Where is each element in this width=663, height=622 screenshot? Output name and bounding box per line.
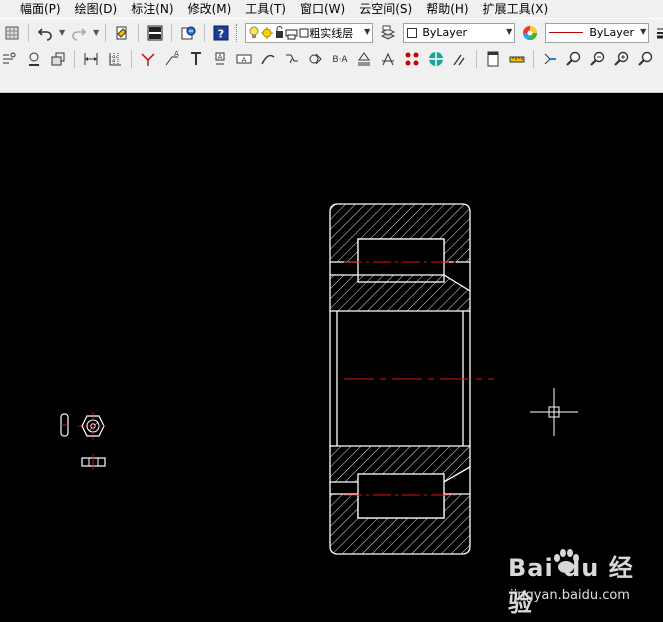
text-icon[interactable] [186,49,206,69]
layer-manager-icon[interactable] [378,23,398,43]
toolbar-separator [74,50,75,68]
undo-dropdown-icon[interactable]: ▼ [59,28,65,37]
dwg-convert-icon[interactable] [145,23,165,43]
chain-icon[interactable] [258,49,278,69]
svg-text:?: ? [218,27,224,40]
menu-dimension[interactable]: 标注(N) [124,0,180,18]
zoom-window-icon[interactable] [564,49,584,69]
block-icon[interactable] [48,49,68,69]
small-part-washer-view[interactable] [81,454,106,470]
crosshair-cursor [530,388,578,436]
properties-icon[interactable] [112,23,132,43]
color-swatch [407,27,418,38]
hatch-circle-icon[interactable] [402,49,422,69]
watermark-url: jingyan.baidu.com [510,588,630,603]
align-icon[interactable] [0,49,20,69]
toolbar-separator [171,23,173,42]
toolbar-separator [533,50,534,68]
toolbar-separator [28,23,29,42]
sheet-icon[interactable] [450,49,470,69]
menu-cloud-space[interactable]: 云空间(S) [352,0,419,18]
color-wheel-icon[interactable] [520,23,540,43]
ruler-icon[interactable] [483,49,503,69]
dimension-icon[interactable] [24,49,44,69]
menu-sheet[interactable]: 幅面(P) [0,0,68,18]
menu-window[interactable]: 窗口(W) [293,0,352,18]
zoom-prev-icon[interactable] [612,49,632,69]
target-icon[interactable] [378,49,398,69]
layer-value: 粗实线层 [309,26,354,40]
toolbar-separator [476,50,477,68]
linetype-combo[interactable]: ByLayer ▼ [545,22,650,43]
undo-icon[interactable] [35,23,55,43]
angle-dimension-icon[interactable] [138,49,158,69]
toolbar-separator [105,23,107,42]
color-value: ByLayer [422,26,468,39]
menu-help[interactable]: 帮助(H) [419,0,475,18]
menu-bar: 幅面(P) 绘图(D) 标注(N) 修改(M) 工具(T) 窗口(W) 云空间(… [0,0,663,18]
stamp-icon[interactable]: B·A [330,49,350,69]
small-part-side-view[interactable] [60,413,69,437]
weld-icon[interactable] [282,49,302,69]
ordinate-icon[interactable] [105,49,125,69]
leader-icon[interactable]: A [162,49,182,69]
zoom-all-icon[interactable] [636,49,656,69]
svg-text:A: A [218,53,223,61]
cad-drawing [60,203,578,555]
menu-modify[interactable]: 修改(M) [181,0,239,18]
angle-icon[interactable] [426,49,446,69]
toolbar-separator [131,50,132,68]
menu-tools[interactable]: 工具(T) [238,0,293,18]
toolbar-area [0,72,663,93]
print-icon[interactable] [178,23,198,43]
small-part-hex-view[interactable] [78,412,108,440]
ba-icon[interactable] [306,49,326,69]
rotate-icon[interactable] [507,49,527,69]
datum-icon[interactable] [354,49,374,69]
help-icon[interactable]: ? [211,23,231,43]
zoom-icon[interactable] [540,49,560,69]
drawing-toolbar: A A A B·A [0,46,663,72]
linear-dimension-icon[interactable] [81,49,101,69]
toolbar-grip[interactable] [236,23,239,42]
arc-dimension-icon[interactable]: A [234,49,254,69]
standard-toolbar: ▼ ▼ ? 粗实线层 ▼ ByLayer ▼ ByLayer ▼ [0,18,663,46]
linetype-value: ByLayer [589,26,635,39]
watermark-logo-text: Bai du 经验 [508,554,634,617]
menu-draw[interactable]: 绘图(D) [68,0,125,18]
toolbar-separator [138,23,140,42]
toolbar-separator [204,23,206,42]
lineweight-icon[interactable] [654,23,663,43]
color-combo[interactable]: ByLayer ▼ [403,22,516,43]
grid-icon[interactable] [2,23,22,43]
svg-text:B·A: B·A [332,55,348,65]
svg-text:A: A [242,56,247,64]
bearing-section-view[interactable] [329,203,494,555]
redo-dropdown-icon[interactable]: ▼ [93,28,99,37]
layer-combo[interactable]: 粗实线层 ▼ [245,22,374,43]
baidu-watermark: Bai du 经验 jingyan.baidu.com [508,548,658,618]
color-dropdown-icon[interactable]: ▼ [506,27,512,36]
layer-state-icons [249,25,309,39]
zoom-pan-icon[interactable] [588,49,608,69]
frame-text-icon[interactable]: A [210,49,230,69]
linetype-dropdown-icon[interactable]: ▼ [640,27,646,36]
linetype-sample [549,32,584,33]
baidu-paw-icon [554,549,579,573]
menu-extension-tools[interactable]: 扩展工具(X) [476,0,556,18]
layer-dropdown-icon[interactable]: ▼ [364,27,370,36]
upper-inner-ring [329,274,471,312]
lower-roller [357,473,445,519]
svg-text:A: A [174,51,179,58]
redo-icon[interactable] [69,23,89,43]
drawing-canvas[interactable]: Bai du 经验 jingyan.baidu.com [0,94,663,622]
